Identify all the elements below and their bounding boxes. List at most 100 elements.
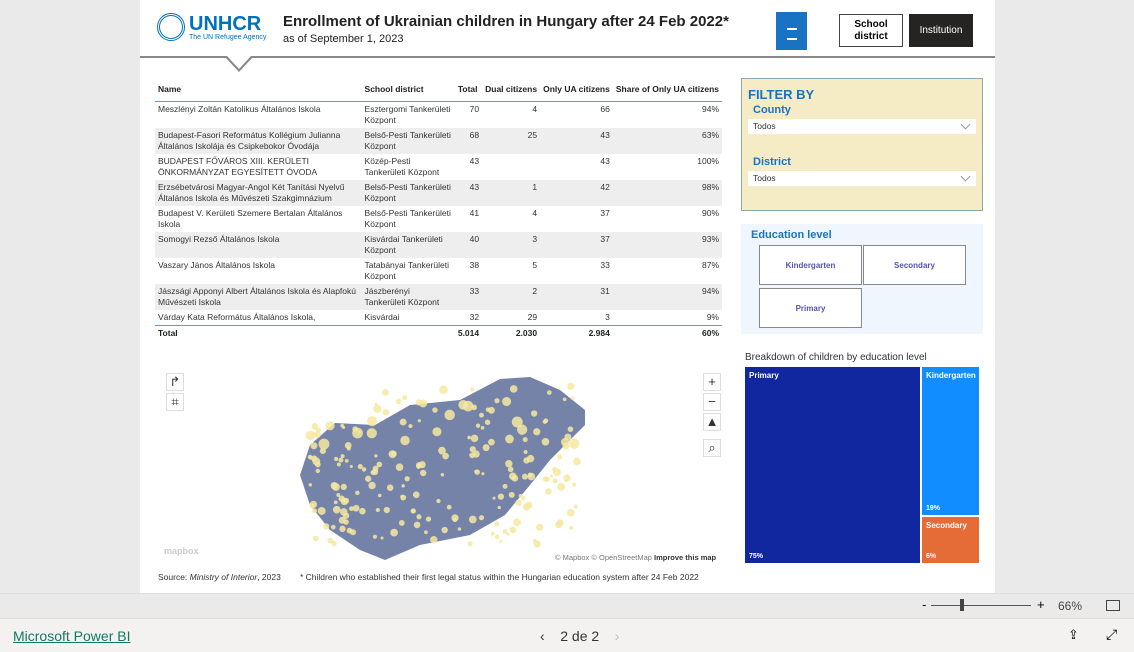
school-dot[interactable]	[357, 430, 361, 434]
school-dot[interactable]	[383, 506, 390, 514]
school-dot[interactable]	[313, 535, 319, 542]
school-dot[interactable]	[570, 396, 575, 401]
school-dot[interactable]	[390, 450, 397, 457]
school-dot[interactable]	[333, 500, 338, 505]
school-dot[interactable]	[480, 426, 485, 430]
school-dot[interactable]	[458, 400, 468, 410]
county-dropdown[interactable]: Todos	[748, 119, 976, 134]
school-dot[interactable]	[439, 385, 448, 395]
table-row[interactable]: Jászsági Apponyi Albert Általános Iskola…	[155, 284, 722, 310]
school-dot[interactable]	[555, 521, 563, 529]
zoom-slider[interactable]	[931, 605, 1031, 606]
col-total[interactable]: Total	[454, 82, 483, 102]
school-dot[interactable]	[553, 468, 561, 477]
power-bi-link[interactable]: Microsoft Power BI	[13, 628, 130, 644]
school-dot[interactable]	[367, 416, 378, 427]
school-dot[interactable]	[468, 515, 477, 524]
school-dot[interactable]	[567, 426, 574, 432]
school-dot[interactable]	[541, 437, 550, 446]
school-dot[interactable]	[494, 534, 500, 540]
school-dot[interactable]	[566, 508, 575, 517]
school-dot[interactable]	[413, 521, 421, 529]
school-dot[interactable]	[330, 481, 338, 490]
table-row[interactable]: Somogyi Rezső Általános Iskola Kisvárdai …	[155, 232, 722, 258]
school-dot[interactable]	[400, 435, 410, 446]
school-dot[interactable]	[440, 472, 445, 477]
school-dot[interactable]	[533, 428, 541, 436]
school-dot[interactable]	[425, 516, 432, 522]
school-dot[interactable]	[509, 526, 517, 534]
zoom-slider-thumb[interactable]	[960, 599, 964, 611]
district-dropdown[interactable]: Todos	[748, 171, 976, 186]
school-dot[interactable]	[377, 493, 382, 498]
secondary-button[interactable]: Secondary	[863, 245, 966, 285]
school-dot[interactable]	[315, 468, 321, 474]
school-dot[interactable]	[511, 416, 523, 428]
zoom-in-button[interactable]: +	[1037, 597, 1045, 612]
col-district[interactable]: School district	[361, 82, 455, 102]
school-dot[interactable]	[467, 541, 473, 547]
school-dot[interactable]	[485, 407, 491, 412]
table-row[interactable]: Erzsébetvárosi Magyar-Angol Két Tanítási…	[155, 180, 722, 206]
school-dot[interactable]	[327, 537, 334, 544]
school-dot[interactable]	[502, 529, 508, 534]
school-dot[interactable]	[368, 481, 376, 490]
school-dot[interactable]	[502, 396, 512, 407]
school-dot[interactable]	[415, 462, 423, 469]
map-zoom-in-button[interactable]: +	[703, 373, 721, 391]
school-dot[interactable]	[493, 521, 500, 527]
col-dual[interactable]: Dual citizens	[482, 82, 541, 102]
school-dot[interactable]	[505, 434, 514, 444]
school-dot[interactable]	[557, 454, 563, 460]
school-dot[interactable]	[420, 469, 427, 477]
school-dot[interactable]	[309, 500, 318, 509]
school-dot[interactable]	[573, 457, 581, 466]
school-dot[interactable]	[416, 514, 422, 520]
school-dot[interactable]	[479, 412, 484, 418]
primary-button[interactable]: Primary	[759, 288, 862, 328]
school-dot[interactable]	[470, 434, 479, 443]
school-dot[interactable]	[315, 427, 321, 433]
school-dot[interactable]	[342, 512, 350, 519]
school-dot[interactable]	[352, 426, 359, 432]
school-dot[interactable]	[402, 395, 407, 401]
table-row[interactable]: BUDAPEST FŐVÁROS XIII. KERÜLETI ÖNKORMÁN…	[155, 154, 722, 180]
school-dot[interactable]	[412, 491, 420, 499]
school-dot[interactable]	[563, 474, 571, 482]
school-dot[interactable]	[523, 457, 530, 464]
school-district-button[interactable]: School district	[839, 14, 903, 47]
next-page-icon[interactable]: ›	[615, 628, 620, 644]
school-dot[interactable]	[357, 464, 363, 470]
school-dot[interactable]	[322, 523, 330, 530]
school-dot[interactable]	[432, 427, 442, 437]
school-dot[interactable]	[359, 507, 366, 515]
school-dot[interactable]	[569, 525, 574, 531]
col-ua[interactable]: Only UA citizens	[540, 82, 613, 102]
school-dot[interactable]	[562, 397, 567, 402]
school-dot[interactable]	[373, 404, 382, 413]
school-dot[interactable]	[474, 469, 480, 475]
school-dot[interactable]	[557, 483, 566, 491]
compass-icon[interactable]: ▲	[703, 413, 721, 431]
school-dot[interactable]	[346, 446, 351, 451]
notebook-icon[interactable]	[776, 12, 807, 50]
school-dot[interactable]	[376, 461, 383, 468]
school-dot[interactable]	[444, 409, 455, 421]
school-dot[interactable]	[467, 435, 471, 440]
fit-page-icon[interactable]	[1106, 600, 1120, 611]
school-dot[interactable]	[380, 536, 384, 540]
school-dot[interactable]	[424, 530, 428, 535]
school-dot[interactable]	[446, 504, 452, 510]
school-dot[interactable]	[497, 493, 505, 500]
school-dot[interactable]	[573, 504, 578, 509]
school-dot[interactable]	[419, 399, 428, 408]
school-dot[interactable]	[567, 382, 575, 390]
school-dot[interactable]	[502, 483, 508, 489]
school-dot[interactable]	[457, 527, 462, 531]
school-dot[interactable]	[310, 442, 318, 450]
school-dot[interactable]	[572, 482, 577, 487]
school-dot[interactable]	[545, 488, 552, 495]
school-dot[interactable]	[352, 504, 360, 512]
school-dot[interactable]	[488, 438, 495, 446]
school-dot[interactable]	[395, 463, 404, 471]
